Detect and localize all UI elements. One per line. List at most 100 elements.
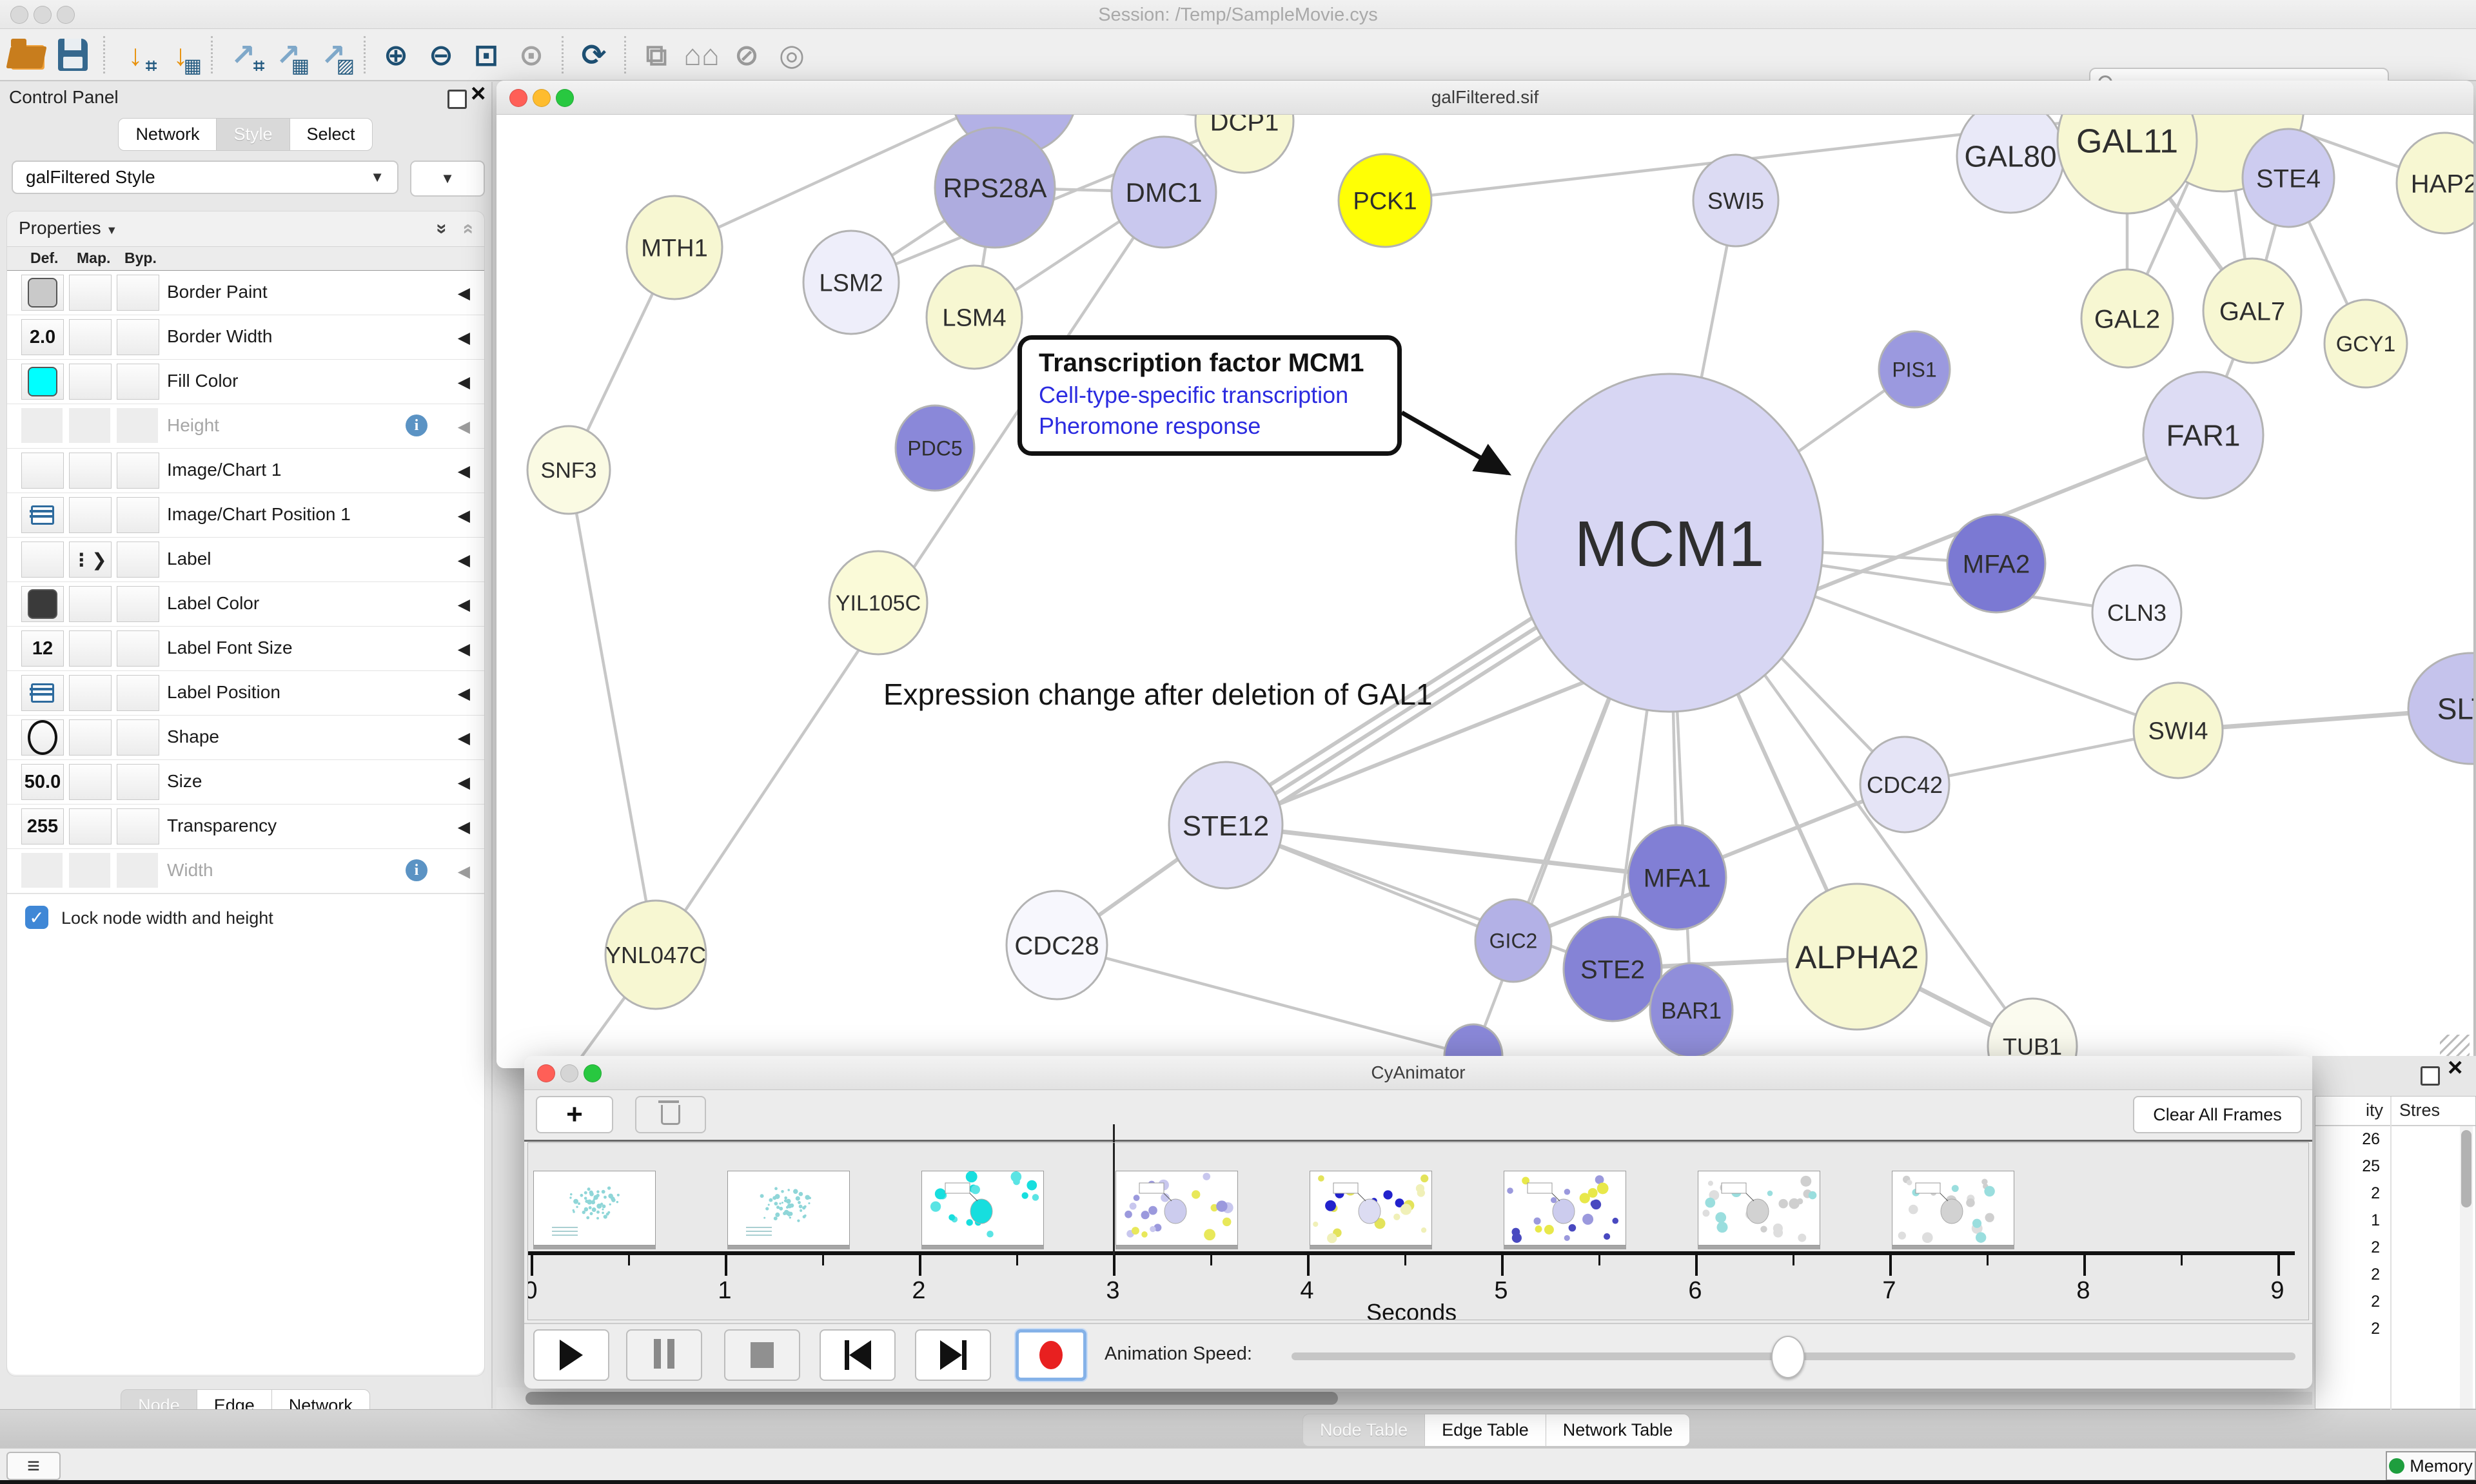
network-edge[interactable] bbox=[569, 470, 656, 955]
animation-speed-slider-thumb[interactable] bbox=[1771, 1336, 1805, 1378]
open-session-icon[interactable] bbox=[5, 34, 50, 76]
table-column-header[interactable]: ity bbox=[2366, 1100, 2383, 1120]
expand-row-icon[interactable]: ◀ bbox=[458, 284, 470, 303]
property-row-size[interactable]: 50.0Size◀ bbox=[7, 760, 484, 805]
search-homes-icon[interactable]: ⌂⌂ bbox=[679, 34, 724, 76]
refresh-layout-icon[interactable]: ⟳ bbox=[571, 34, 616, 76]
table-cell[interactable]: 25 bbox=[2315, 1157, 2380, 1176]
frame-thumbnail-1[interactable] bbox=[727, 1171, 850, 1245]
frame-thumbnail-0[interactable] bbox=[533, 1171, 656, 1245]
expand-row-icon[interactable]: ◀ bbox=[458, 506, 470, 525]
expand-row-icon[interactable]: ◀ bbox=[458, 817, 470, 837]
add-frame-button[interactable]: + bbox=[536, 1096, 613, 1133]
table-cell[interactable]: 2 bbox=[2315, 1320, 2380, 1338]
expand-row-icon[interactable]: ◀ bbox=[458, 862, 470, 881]
node-table[interactable]: ityStres 2625212222 bbox=[2315, 1096, 2476, 1409]
zoom-selected-icon[interactable]: ⊙ bbox=[509, 34, 554, 76]
collapse-all-icon[interactable]: » bbox=[457, 224, 478, 235]
property-row-label-color[interactable]: Label Color◀ bbox=[7, 582, 484, 627]
expand-row-icon[interactable]: ◀ bbox=[458, 328, 470, 347]
export-network-icon[interactable]: ↗⌗ bbox=[221, 34, 266, 76]
info-icon[interactable]: i bbox=[406, 415, 427, 436]
import-table-icon[interactable]: ↓▦ bbox=[158, 34, 203, 76]
frame-thumbnail-4[interactable] bbox=[1310, 1171, 1432, 1245]
record-button[interactable] bbox=[1016, 1329, 1086, 1381]
style-menu-button[interactable]: ▼ bbox=[410, 161, 485, 197]
export-image-icon[interactable]: ↗▨ bbox=[311, 34, 356, 76]
annotation-box[interactable]: Transcription factor MCM1 Cell-type-spec… bbox=[1017, 335, 1402, 456]
properties-header[interactable]: Properties ▼ bbox=[19, 218, 117, 239]
info-icon[interactable]: i bbox=[406, 859, 427, 881]
export-table-icon[interactable]: ↗▦ bbox=[266, 34, 311, 76]
table-cell[interactable]: 2 bbox=[2315, 1293, 2380, 1311]
task-history-button[interactable]: ≡ bbox=[6, 1452, 61, 1480]
tab-edge-table[interactable]: Edge Table bbox=[1424, 1414, 1546, 1447]
property-row-label-font-size[interactable]: 12Label Font Size◀ bbox=[7, 627, 484, 671]
table-cell[interactable]: 2 bbox=[2315, 1184, 2380, 1203]
hide-graphics-icon[interactable]: ⊘ bbox=[724, 34, 769, 76]
expand-row-icon[interactable]: ◀ bbox=[458, 773, 470, 792]
cyanimator-titlebar[interactable]: CyAnimator bbox=[524, 1056, 2312, 1090]
expand-row-icon[interactable]: ◀ bbox=[458, 639, 470, 659]
frame-thumbnail-5[interactable] bbox=[1504, 1171, 1626, 1245]
property-row-image-chart-1[interactable]: Image/Chart 1◀ bbox=[7, 449, 484, 493]
property-row-image-chart-position-1[interactable]: Image/Chart Position 1◀ bbox=[7, 493, 484, 538]
expand-row-icon[interactable]: ◀ bbox=[458, 551, 470, 570]
network-window-titlebar[interactable]: galFiltered.sif bbox=[496, 81, 2473, 115]
style-selector[interactable]: galFiltered Style ▼ bbox=[12, 161, 398, 194]
tab-network-table[interactable]: Network Table bbox=[1546, 1414, 1691, 1447]
tab-style[interactable]: Style bbox=[216, 118, 290, 151]
property-row-transparency[interactable]: 255Transparency◀ bbox=[7, 805, 484, 849]
expand-row-icon[interactable]: ◀ bbox=[458, 684, 470, 703]
property-row-border-paint[interactable]: Border Paint◀ bbox=[7, 271, 484, 315]
expand-row-icon[interactable]: ◀ bbox=[458, 417, 470, 436]
timeline-playhead-line[interactable] bbox=[1113, 1143, 1115, 1255]
table-cell[interactable]: 2 bbox=[2315, 1265, 2380, 1284]
property-row-label[interactable]: ⋮❯Label◀ bbox=[7, 538, 484, 582]
control-panel-close-icon[interactable]: × bbox=[471, 86, 486, 101]
save-session-icon[interactable] bbox=[50, 34, 95, 76]
tab-node-table[interactable]: Node Table bbox=[1302, 1414, 1425, 1447]
property-row-shape[interactable]: Shape◀ bbox=[7, 716, 484, 760]
open-doc-icon[interactable]: ⧉ bbox=[634, 34, 679, 76]
zoom-in-icon[interactable]: ⊕ bbox=[373, 34, 418, 76]
property-row-border-width[interactable]: 2.0Border Width◀ bbox=[7, 315, 484, 360]
frame-thumbnail-3[interactable] bbox=[1115, 1171, 1238, 1245]
table-cell[interactable]: 26 bbox=[2315, 1130, 2380, 1149]
stop-button[interactable] bbox=[724, 1329, 800, 1381]
property-row-height[interactable]: Heighti◀ bbox=[7, 404, 484, 449]
import-network-icon[interactable]: ↓⌗ bbox=[113, 34, 158, 76]
property-row-width[interactable]: Widthi◀ bbox=[7, 849, 484, 893]
skip-end-button[interactable] bbox=[915, 1329, 991, 1381]
frame-thumbnail-2[interactable] bbox=[921, 1171, 1044, 1245]
clear-all-frames-button[interactable]: Clear All Frames bbox=[2133, 1096, 2302, 1133]
tab-select[interactable]: Select bbox=[290, 118, 373, 151]
zoom-fit-icon[interactable]: ⊡ bbox=[464, 34, 509, 76]
annotation-link-2[interactable]: Pheromone response bbox=[1039, 413, 1380, 440]
table-column-header[interactable]: Stres bbox=[2399, 1100, 2440, 1120]
network-canvas[interactable]: RPS28ADMC1DCP1PCK1MTH1LSM2LSM4SNF3PDC5YI… bbox=[496, 115, 2473, 1068]
table-vertical-scrollbar[interactable] bbox=[2460, 1126, 2473, 1409]
network-edge[interactable] bbox=[1057, 945, 1473, 1056]
skip-start-button[interactable] bbox=[820, 1329, 896, 1381]
property-row-label-position[interactable]: Label Position◀ bbox=[7, 671, 484, 716]
expand-all-icon[interactable]: » bbox=[431, 224, 453, 235]
show-graphics-icon[interactable]: ◎ bbox=[769, 34, 814, 76]
delete-frame-button[interactable] bbox=[635, 1096, 706, 1133]
expand-row-icon[interactable]: ◀ bbox=[458, 462, 470, 481]
timeline-panel[interactable]: 0123456789 Seconds bbox=[527, 1142, 2309, 1320]
control-panel-float-icon[interactable] bbox=[447, 90, 467, 109]
expand-row-icon[interactable]: ◀ bbox=[458, 595, 470, 614]
table-panel-close-icon[interactable]: × bbox=[2448, 1060, 2462, 1075]
lock-size-checkbox[interactable]: ✓ bbox=[25, 906, 48, 929]
memory-button[interactable]: Memory bbox=[2386, 1451, 2476, 1481]
annotation-link-1[interactable]: Cell-type-specific transcription bbox=[1039, 382, 1380, 409]
pause-button[interactable] bbox=[626, 1329, 702, 1381]
lock-size-row[interactable]: ✓Lock node width and height bbox=[7, 893, 484, 941]
table-cell[interactable]: 2 bbox=[2315, 1238, 2380, 1257]
table-panel-float-icon[interactable] bbox=[2421, 1066, 2440, 1086]
zoom-out-icon[interactable]: ⊖ bbox=[418, 34, 464, 76]
table-horizontal-scrollbar[interactable] bbox=[496, 1387, 2476, 1409]
frame-thumbnail-7[interactable] bbox=[1892, 1171, 2014, 1245]
expand-row-icon[interactable]: ◀ bbox=[458, 728, 470, 748]
